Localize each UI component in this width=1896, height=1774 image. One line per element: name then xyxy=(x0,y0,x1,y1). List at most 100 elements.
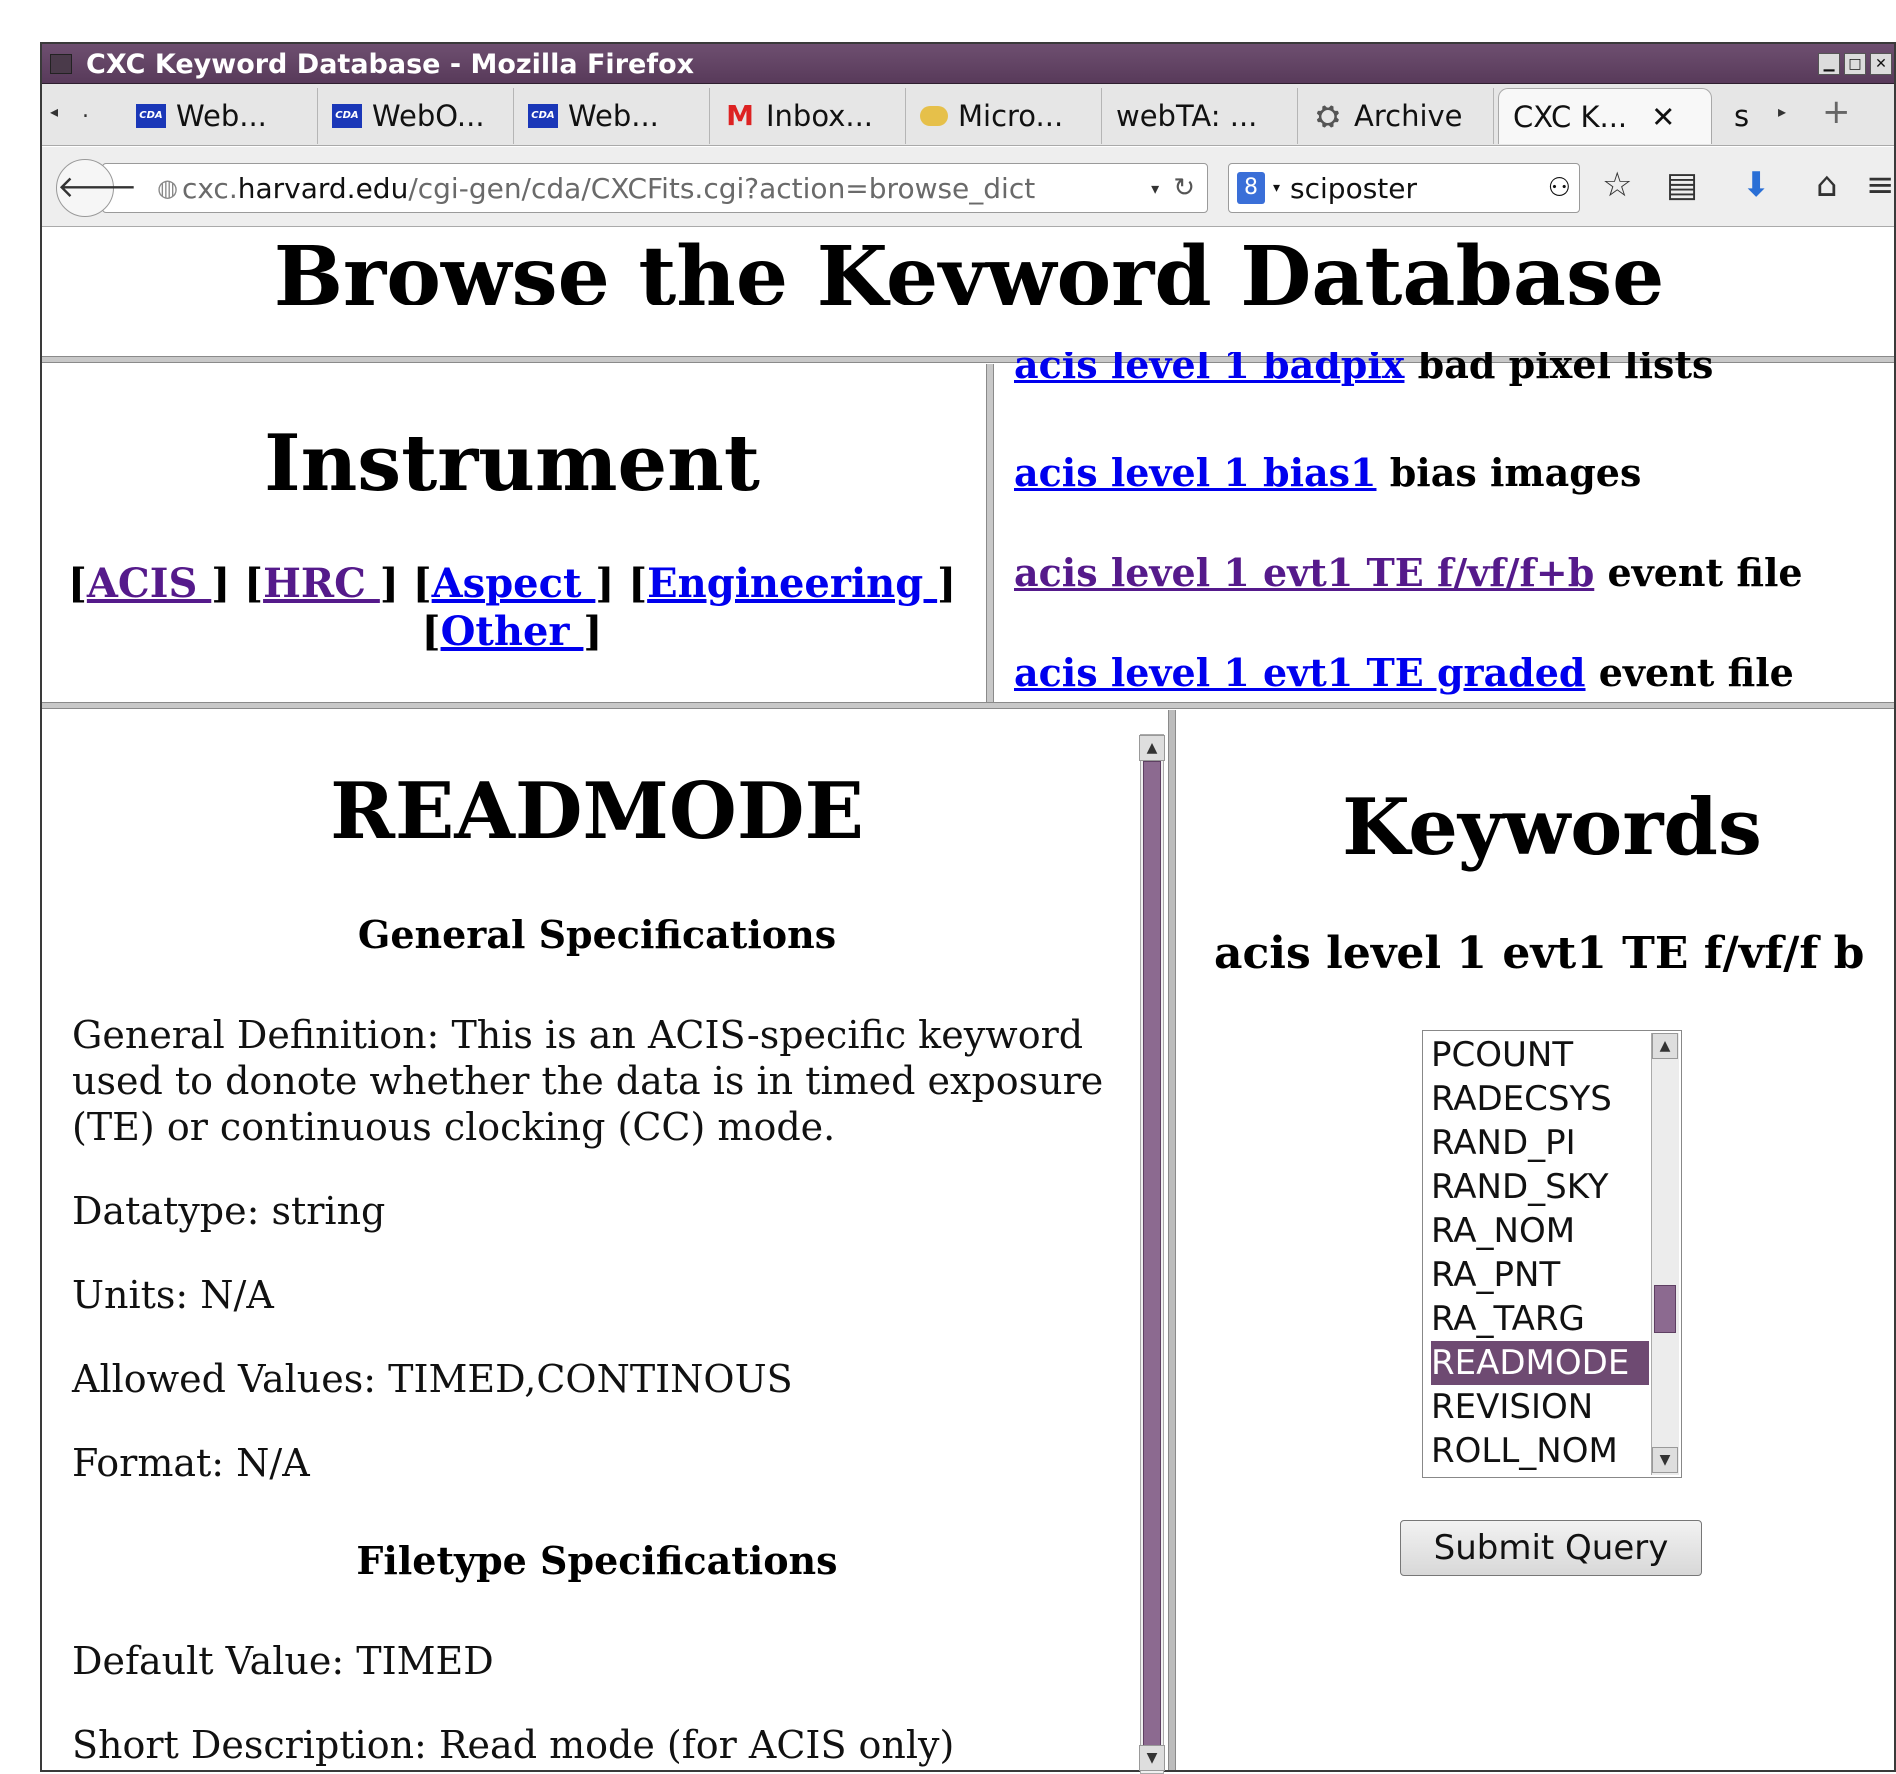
reload-icon[interactable]: ↻ xyxy=(1173,173,1195,203)
tab-bar: ◂ . CDA Web... CDA WebO... CDA Web... M … xyxy=(42,84,1894,146)
tab-label: s xyxy=(1734,99,1750,133)
submit-query-button[interactable]: Submit Query xyxy=(1400,1520,1702,1576)
gmail-icon: M xyxy=(726,99,754,132)
search-engine-dropdown-icon[interactable]: ▾ xyxy=(1273,180,1280,196)
tab-label: WebO... xyxy=(372,99,485,133)
window-menu-icon[interactable] xyxy=(50,54,72,74)
new-tab-icon[interactable]: + xyxy=(1822,92,1851,132)
keyword-heading: READMODE xyxy=(330,766,864,857)
binoculars-icon[interactable]: ⚇ xyxy=(1548,173,1571,203)
page-title: Browse the Keyword Database xyxy=(273,230,1665,305)
keywords-heading: Keywords xyxy=(1342,782,1762,873)
tab-separator: . xyxy=(82,98,89,123)
tab-cxc-keyword[interactable]: CXC K... ✕ xyxy=(1498,88,1712,144)
navigation-bar: ◍ cxc. harvard.edu/cgi-gen/cda/CXCFits.cg… xyxy=(42,147,1894,227)
menu-icon[interactable]: ≡ xyxy=(1866,165,1894,205)
keyword-listbox[interactable]: PCOUNT RADECSYS RAND_PI RAND_SKY RA_NOM … xyxy=(1422,1030,1682,1478)
close-tab-icon[interactable]: ✕ xyxy=(1651,100,1675,134)
filetype-desc: bias images xyxy=(1376,450,1642,495)
tab-cda-3[interactable]: CDA Web... xyxy=(514,88,710,144)
keyword-option[interactable]: RADECSYS xyxy=(1431,1077,1649,1121)
list-scroll-up-icon[interactable]: ▲ xyxy=(1652,1033,1678,1059)
search-engine-icon[interactable]: 8 xyxy=(1237,172,1265,204)
link-engineering[interactable]: Engineering xyxy=(647,560,937,607)
tab-partial[interactable]: s xyxy=(1720,88,1768,144)
close-window-button[interactable]: ✕ xyxy=(1870,53,1892,75)
detail-scrollbar[interactable]: ▲ ▼ xyxy=(1139,734,1165,1774)
tab-scroll-left-icon[interactable]: ◂ xyxy=(50,102,58,121)
keyword-option[interactable]: REVISION xyxy=(1431,1385,1649,1429)
list-scroll-down-icon[interactable]: ▼ xyxy=(1652,1447,1678,1473)
filetype-row: acis level 1 bias1 bias images xyxy=(1014,450,1641,495)
cda-icon: CDA xyxy=(332,104,362,128)
filetype-link[interactable]: acis level 1 badpix xyxy=(1014,352,1404,387)
datatype: Datatype: string xyxy=(72,1189,386,1233)
link-other[interactable]: Other xyxy=(441,608,584,655)
micro-icon xyxy=(920,106,948,126)
minimize-button[interactable]: ▁ xyxy=(1818,53,1840,75)
url-prefix: cxc. xyxy=(181,171,238,205)
filetype-spec-heading: Filetype Specifications xyxy=(356,1538,838,1583)
keyword-option[interactable]: RA_TARG xyxy=(1431,1297,1649,1341)
keyword-option[interactable]: RA_NOM xyxy=(1431,1209,1649,1253)
keyword-option[interactable]: RA_PNT xyxy=(1431,1253,1649,1297)
keyword-option[interactable]: RAND_SKY xyxy=(1431,1165,1649,1209)
tab-label: CXC K... xyxy=(1513,99,1628,134)
search-bar[interactable]: 8 ▾ sciposter ⚇ xyxy=(1228,163,1580,213)
scroll-up-icon[interactable]: ▲ xyxy=(1139,735,1165,761)
url-bar[interactable]: ◍ cxc. harvard.edu/cgi-gen/cda/CXCFits.cg… xyxy=(102,163,1208,213)
keyword-option[interactable]: RAND_PI xyxy=(1431,1121,1649,1165)
tab-cda-1[interactable]: CDA Web... xyxy=(122,88,318,144)
tab-archive[interactable]: ⛭ Archive xyxy=(1298,88,1494,144)
url-path: /cgi-gen/cda/CXCFits.cgi?action=browse_d… xyxy=(408,171,1036,205)
maximize-button[interactable]: □ xyxy=(1844,53,1866,75)
link-hrc[interactable]: HRC xyxy=(263,560,380,607)
keyword-option-selected[interactable]: READMODE xyxy=(1431,1341,1649,1385)
tab-scroll-right-icon[interactable]: ▸ xyxy=(1778,102,1786,121)
scroll-thumb[interactable] xyxy=(1143,761,1161,1751)
tab-label: Inbox... xyxy=(766,99,874,133)
short-description: Short Description: Read mode (for ACIS o… xyxy=(72,1723,955,1767)
cda-icon: CDA xyxy=(528,104,558,128)
tab-micro[interactable]: Micro... xyxy=(906,88,1102,144)
tab-webta[interactable]: webTA: ... xyxy=(1102,88,1298,144)
tab-inbox[interactable]: M Inbox... xyxy=(710,88,906,144)
url-dropdown-icon[interactable]: ▾ xyxy=(1151,179,1159,198)
keyword-option[interactable]: ROLL_NOM xyxy=(1431,1429,1649,1473)
default-value: Default Value: TIMED xyxy=(72,1639,494,1683)
download-icon[interactable]: ⬇ xyxy=(1742,165,1771,205)
tab-label: Web... xyxy=(176,99,267,133)
scroll-down-icon[interactable]: ▼ xyxy=(1139,1745,1165,1771)
frame-divider-lower[interactable] xyxy=(1168,710,1176,1770)
back-button[interactable]: 🡐 xyxy=(56,159,137,217)
filetype-row: acis level 1 badpix bad pixel lists xyxy=(1014,352,1713,396)
allowed-values: Allowed Values: TIMED,CONTINOUS xyxy=(72,1357,793,1401)
tab-cda-2[interactable]: CDA WebO... xyxy=(318,88,514,144)
general-definition: General Definition: This is an ACIS-spec… xyxy=(72,1013,1104,1149)
filetype-desc: bad pixel lists xyxy=(1404,352,1714,387)
bookmark-star-icon[interactable]: ☆ xyxy=(1602,165,1632,205)
filetype-desc: event file xyxy=(1585,650,1794,695)
title-bar: CXC Keyword Database - Mozilla Firefox ▁… xyxy=(42,44,1894,84)
home-icon[interactable]: ⌂ xyxy=(1816,165,1838,205)
format: Format: N/A xyxy=(72,1441,310,1485)
filetype-link[interactable]: acis level 1 bias1 xyxy=(1014,450,1376,495)
filetype-row: acis level 1 evt1 TE graded event file xyxy=(1014,650,1794,695)
frame-divider-middle[interactable] xyxy=(986,364,994,704)
filetype-row: acis level 1 evt1 TE f/vf/f+b event file xyxy=(1014,550,1803,595)
filetype-link[interactable]: acis level 1 evt1 TE graded xyxy=(1014,650,1586,695)
list-scroll-thumb[interactable] xyxy=(1654,1285,1676,1333)
listbox-scrollbar[interactable]: ▲ ▼ xyxy=(1651,1033,1679,1475)
window-title: CXC Keyword Database - Mozilla Firefox xyxy=(86,49,695,80)
search-input[interactable]: sciposter xyxy=(1290,172,1417,205)
tab-label: Archive xyxy=(1354,99,1463,133)
url-host: harvard.edu xyxy=(237,171,409,205)
frame-divider-bottom[interactable] xyxy=(42,702,1894,709)
link-aspect[interactable]: Aspect xyxy=(432,560,596,607)
units: Units: N/A xyxy=(72,1273,274,1317)
site-identity-icon[interactable]: ◍ xyxy=(157,174,178,202)
keyword-option[interactable]: PCOUNT xyxy=(1431,1033,1649,1077)
link-acis[interactable]: ACIS xyxy=(87,560,211,607)
filetype-link[interactable]: acis level 1 evt1 TE f/vf/f+b xyxy=(1014,550,1594,595)
reading-list-icon[interactable]: ▤ xyxy=(1666,165,1698,205)
